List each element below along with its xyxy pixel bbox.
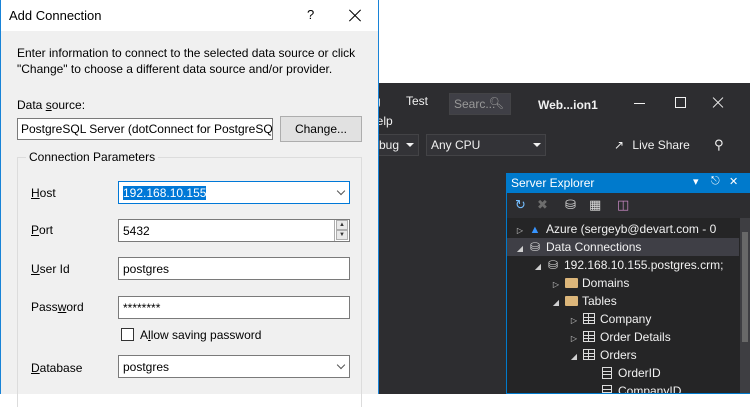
user-id-input[interactable]: postgres	[118, 257, 350, 280]
tree-node-label: Domains	[582, 276, 630, 290]
tree-node-label: Order Details	[600, 330, 671, 344]
server-explorer-toolbar: ↻ ✖ ⛁ ▦ ◫	[507, 193, 750, 218]
spin-down-icon[interactable]: ▼	[336, 230, 348, 240]
folder-icon	[563, 292, 579, 310]
tree-node[interactable]: ▷ ▲ Azure (sergeyb@devart.com - 0	[513, 220, 743, 238]
database-label: Database	[31, 361, 83, 375]
expander-icon[interactable]: ◢	[513, 240, 527, 258]
expander-icon[interactable]: ◢	[567, 348, 581, 366]
vs-search-box[interactable]: Searc... 🔍︎	[449, 93, 511, 115]
close-dialog-button[interactable]	[348, 8, 362, 22]
port-stepper[interactable]: 5432 ▲ ▼	[118, 219, 350, 242]
tree-node[interactable]: OrderID	[599, 364, 661, 382]
column-icon	[599, 364, 615, 382]
folder-icon	[563, 274, 579, 292]
chevron-down-icon	[533, 143, 541, 147]
live-share-label: Live Share	[632, 138, 690, 152]
stop-icon[interactable]: ✖	[537, 197, 548, 213]
minimize-button[interactable]	[630, 93, 650, 113]
expander-icon[interactable]: ◢	[549, 294, 563, 312]
tree-node[interactable]: ▷ Company	[567, 310, 651, 328]
server-explorer-panel: Server Explorer ▾ ⎋ ✕ ↻ ✖ ⛁ ▦ ◫ ▷ ▲ Azure …	[506, 173, 750, 394]
configuration-combo[interactable]: bug	[374, 134, 419, 156]
tree-node-label: Azure (sergeyb@devart.com - 0	[546, 222, 717, 236]
server-explorer-title: Server Explorer	[511, 176, 595, 190]
window-position-icon[interactable]: ▾	[693, 175, 699, 188]
user-id-value: postgres	[123, 262, 170, 276]
password-input[interactable]: ********	[118, 296, 350, 319]
dialog-titlebar: Add Connection ?	[1, 0, 378, 31]
platform-value: Any CPU	[431, 138, 481, 152]
chevron-down-icon[interactable]	[336, 360, 346, 370]
host-value: 192.168.10.155	[123, 186, 207, 200]
table-icon	[581, 310, 597, 328]
port-value: 5432	[123, 224, 150, 238]
tree-node-label: CompanyID	[618, 384, 682, 394]
tree-node[interactable]: ◢ Orders	[567, 346, 637, 364]
search-icon: 🔍︎	[488, 96, 504, 110]
chevron-down-icon	[406, 143, 414, 147]
live-share-icon: ↗	[614, 138, 625, 152]
host-combo[interactable]: 192.168.10.155	[118, 181, 350, 204]
database-icon: ⛁	[529, 240, 541, 254]
tree-node-label: Tables	[582, 294, 617, 308]
group-title: Connection Parameters	[26, 150, 159, 164]
help-button[interactable]: ?	[307, 7, 314, 22]
tree-node[interactable]: ▷ Domains	[549, 274, 629, 292]
table-icon	[581, 346, 597, 364]
tree-node-label: Orders	[600, 348, 637, 362]
feedback-icon[interactable]: ⚲	[714, 137, 724, 153]
platform-combo[interactable]: Any CPU	[426, 134, 546, 156]
tree-node-label: 192.168.10.155.postgres.crm;	[564, 258, 724, 272]
sharepoint-icon[interactable]: ◫	[617, 197, 629, 213]
tree-node-label: Data Connections	[546, 240, 642, 254]
tree-node-selected[interactable]: ◢ ⛁ Data Connections	[507, 238, 739, 256]
server-explorer-header: Server Explorer ▾ ⎋ ✕	[507, 174, 750, 193]
database-combo[interactable]: postgres	[118, 355, 350, 378]
menu-test[interactable]: Test	[406, 94, 428, 108]
password-label: Password	[31, 300, 84, 314]
pin-icon[interactable]: ⎋	[711, 175, 720, 188]
database-connection-icon: ⛁	[547, 258, 559, 272]
tree-node[interactable]: ◢ Tables	[549, 292, 617, 310]
connect-database-icon[interactable]: ⛁	[565, 197, 576, 213]
tree-node[interactable]: ▷ Order Details	[567, 328, 671, 346]
vertical-scrollbar[interactable]	[740, 218, 750, 393]
refresh-icon[interactable]: ↻	[515, 197, 526, 213]
allow-saving-password-checkbox[interactable]	[121, 328, 134, 341]
port-spin-buttons: ▲ ▼	[334, 220, 349, 241]
change-button[interactable]: Change...	[280, 116, 362, 142]
close-icon[interactable]: ✕	[729, 175, 738, 188]
tree-node[interactable]: CompanyID	[599, 382, 682, 394]
chevron-down-icon[interactable]	[336, 186, 346, 196]
tree-node-label: OrderID	[618, 366, 661, 380]
column-icon	[599, 382, 615, 393]
data-source-field: PostgreSQL Server (dotConnect for Postgr…	[17, 118, 273, 140]
password-value: ********	[123, 301, 161, 315]
data-source-label: Data source:	[17, 98, 86, 112]
tree-node[interactable]: ◢ ⛁ 192.168.10.155.postgres.crm;	[531, 256, 743, 274]
table-icon	[581, 328, 597, 346]
user-id-label: User Id	[31, 262, 70, 276]
solution-title: Web...ion1	[538, 98, 598, 112]
visual-studio-window: g Test lelp Searc... 🔍︎ Web...ion1 bug A…	[374, 83, 750, 394]
allow-saving-password-label[interactable]: Allow saving password	[140, 328, 261, 342]
dialog-title: Add Connection	[9, 8, 102, 23]
close-window-button[interactable]	[708, 93, 728, 113]
azure-icon: ▲	[529, 224, 541, 236]
configuration-value: bug	[379, 138, 400, 152]
database-value: postgres	[123, 360, 170, 374]
tree-node-label: Company	[600, 312, 652, 326]
spin-up-icon[interactable]: ▲	[336, 220, 348, 230]
live-share-button[interactable]: ↗ Live Share	[614, 138, 690, 152]
connect-server-icon[interactable]: ▦	[589, 197, 601, 213]
add-connection-dialog: Add Connection ? Enter information to co…	[0, 0, 379, 407]
host-label: Host	[31, 186, 56, 200]
maximize-button[interactable]	[670, 93, 690, 113]
port-label: Port	[31, 223, 54, 237]
expander-icon[interactable]: ◢	[531, 258, 545, 276]
intro-text: Enter information to connect to the sele…	[17, 46, 356, 76]
